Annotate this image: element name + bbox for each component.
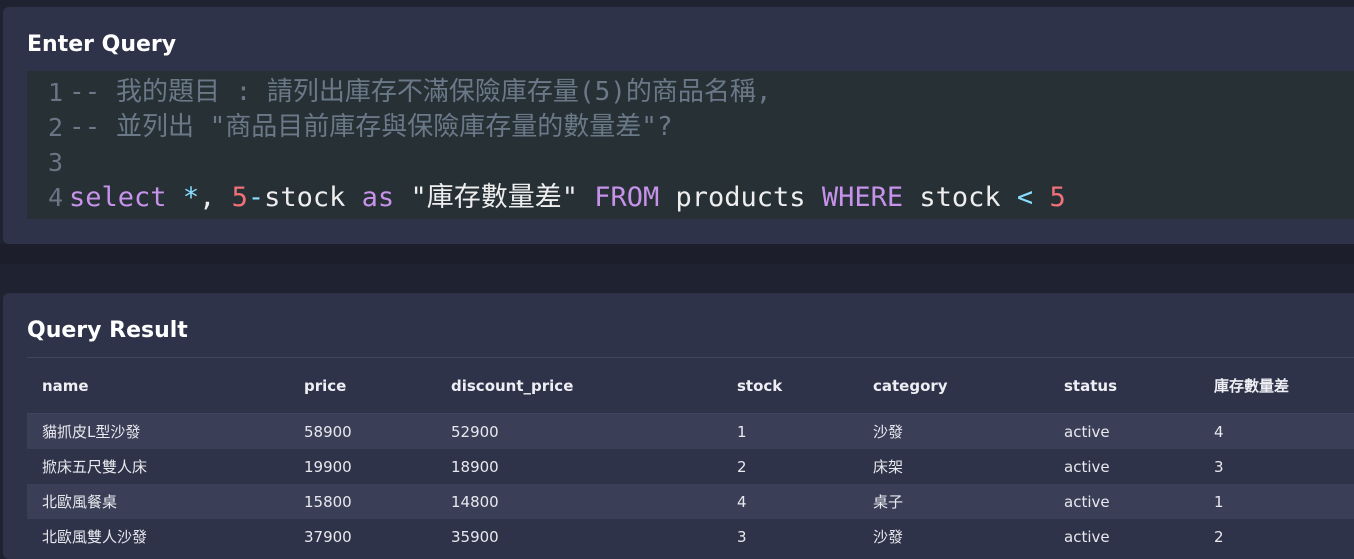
line-number: 4 [47, 183, 63, 212]
code-token-comment: -- 並列出 "商品目前庫存與保險庫存量的數量差"? [69, 112, 673, 142]
query-panel: Enter Query 1 -- 我的題目 : 請列出庫存不滿保險庫存量(5)的商… [3, 7, 1354, 244]
code-token-keyword: as [361, 182, 395, 213]
column-header-stock[interactable]: stock [722, 357, 858, 414]
cell-status: active [1049, 449, 1199, 484]
cell-discount-price: 35900 [436, 519, 722, 554]
column-header-status[interactable]: status [1049, 357, 1199, 414]
cell-category: 桌子 [858, 484, 1049, 519]
cell-stock-difference: 1 [1199, 484, 1354, 519]
cell-stock-difference: 2 [1199, 519, 1354, 554]
code-line-content: select *, 5-stock as "庫存數量差" FROM produc… [69, 180, 1066, 215]
code-token-string: "庫存數量差" [410, 182, 578, 213]
table-row[interactable]: 貓抓皮L型沙發 58900 52900 1 沙發 active 4 [27, 413, 1354, 449]
code-token-number: 5 [1049, 182, 1066, 213]
cell-name: 北歐風餐桌 [27, 484, 289, 519]
code-token-plain: stock [264, 182, 362, 213]
cell-price: 37900 [289, 519, 436, 554]
cell-discount-price: 14800 [436, 484, 722, 519]
sql-editor[interactable]: 1 -- 我的題目 : 請列出庫存不滿保險庫存量(5)的商品名稱, 2 -- 並列出 … [27, 71, 1354, 219]
cell-status: active [1049, 484, 1199, 519]
code-token-operator: * [182, 182, 200, 213]
page: Enter Query 1 -- 我的題目 : 請列出庫存不滿保險庫存量(5)的商… [0, 0, 1354, 559]
cell-stock-difference: 3 [1199, 449, 1354, 484]
cell-stock: 1 [722, 413, 858, 449]
cell-stock: 2 [722, 449, 858, 484]
cell-category: 床架 [858, 449, 1049, 484]
code-line[interactable]: 3 [27, 145, 1354, 180]
cell-name: 貓抓皮L型沙發 [27, 413, 289, 449]
code-token-plain: stock [903, 182, 1017, 213]
cell-discount-price: 18900 [436, 449, 722, 484]
line-number: 1 [47, 78, 63, 107]
table-row[interactable]: 北歐風雙人沙發 37900 35900 3 沙發 active 2 [27, 519, 1354, 554]
cell-category: 沙發 [858, 413, 1049, 449]
column-header-name[interactable]: name [27, 357, 289, 414]
table-row[interactable]: 掀床五尺雙人床 19900 18900 2 床架 active 3 [27, 449, 1354, 484]
cell-price: 19900 [289, 449, 436, 484]
cell-stock-difference: 4 [1199, 413, 1354, 449]
code-token-plain: , [199, 182, 232, 213]
code-token-keyword: FROM [594, 182, 660, 213]
cell-name: 掀床五尺雙人床 [27, 449, 289, 484]
cell-status: active [1049, 413, 1199, 449]
code-line[interactable]: 2 -- 並列出 "商品目前庫存與保險庫存量的數量差"? [27, 110, 1354, 145]
code-token-operator: < [1016, 182, 1034, 213]
column-header-category[interactable]: category [858, 357, 1049, 414]
cell-price: 58900 [289, 413, 436, 449]
result-table: name price discount_price stock category… [27, 357, 1354, 554]
code-line[interactable]: 4 select *, 5-stock as "庫存數量差" FROM produ… [27, 180, 1354, 215]
code-token-comment: -- 我的題目 : 請列出庫存不滿保險庫存量(5)的商品名稱, [69, 77, 772, 107]
code-token-plain: products [659, 182, 822, 213]
line-number: 3 [47, 148, 63, 177]
code-line-content: -- 我的題目 : 請列出庫存不滿保險庫存量(5)的商品名稱, [69, 75, 772, 110]
code-line[interactable]: 1 -- 我的題目 : 請列出庫存不滿保險庫存量(5)的商品名稱, [27, 75, 1354, 110]
line-number: 2 [47, 113, 63, 142]
cell-stock: 3 [722, 519, 858, 554]
cell-price: 15800 [289, 484, 436, 519]
query-panel-title: Enter Query [27, 32, 177, 57]
table-header-row: name price discount_price stock category… [27, 357, 1354, 414]
result-panel: Query Result name price discount_price s… [3, 293, 1354, 559]
code-token-operator: - [247, 182, 265, 213]
code-token-keyword: WHERE [821, 182, 904, 213]
panel-divider [0, 244, 1354, 264]
code-token-number: 5 [231, 182, 248, 213]
column-header-price[interactable]: price [289, 357, 436, 414]
cell-stock: 4 [722, 484, 858, 519]
cell-status: active [1049, 519, 1199, 554]
column-header-stock-difference[interactable]: 庫存數量差 [1199, 357, 1354, 414]
code-line-content: -- 並列出 "商品目前庫存與保險庫存量的數量差"? [69, 110, 673, 145]
column-header-discount-price[interactable]: discount_price [436, 357, 722, 414]
table-row[interactable]: 北歐風餐桌 15800 14800 4 桌子 active 1 [27, 484, 1354, 519]
cell-name: 北歐風雙人沙發 [27, 519, 289, 554]
result-panel-title: Query Result [27, 318, 188, 343]
cell-discount-price: 52900 [436, 413, 722, 449]
cell-category: 沙發 [858, 519, 1049, 554]
code-token-keyword: select [69, 182, 167, 213]
